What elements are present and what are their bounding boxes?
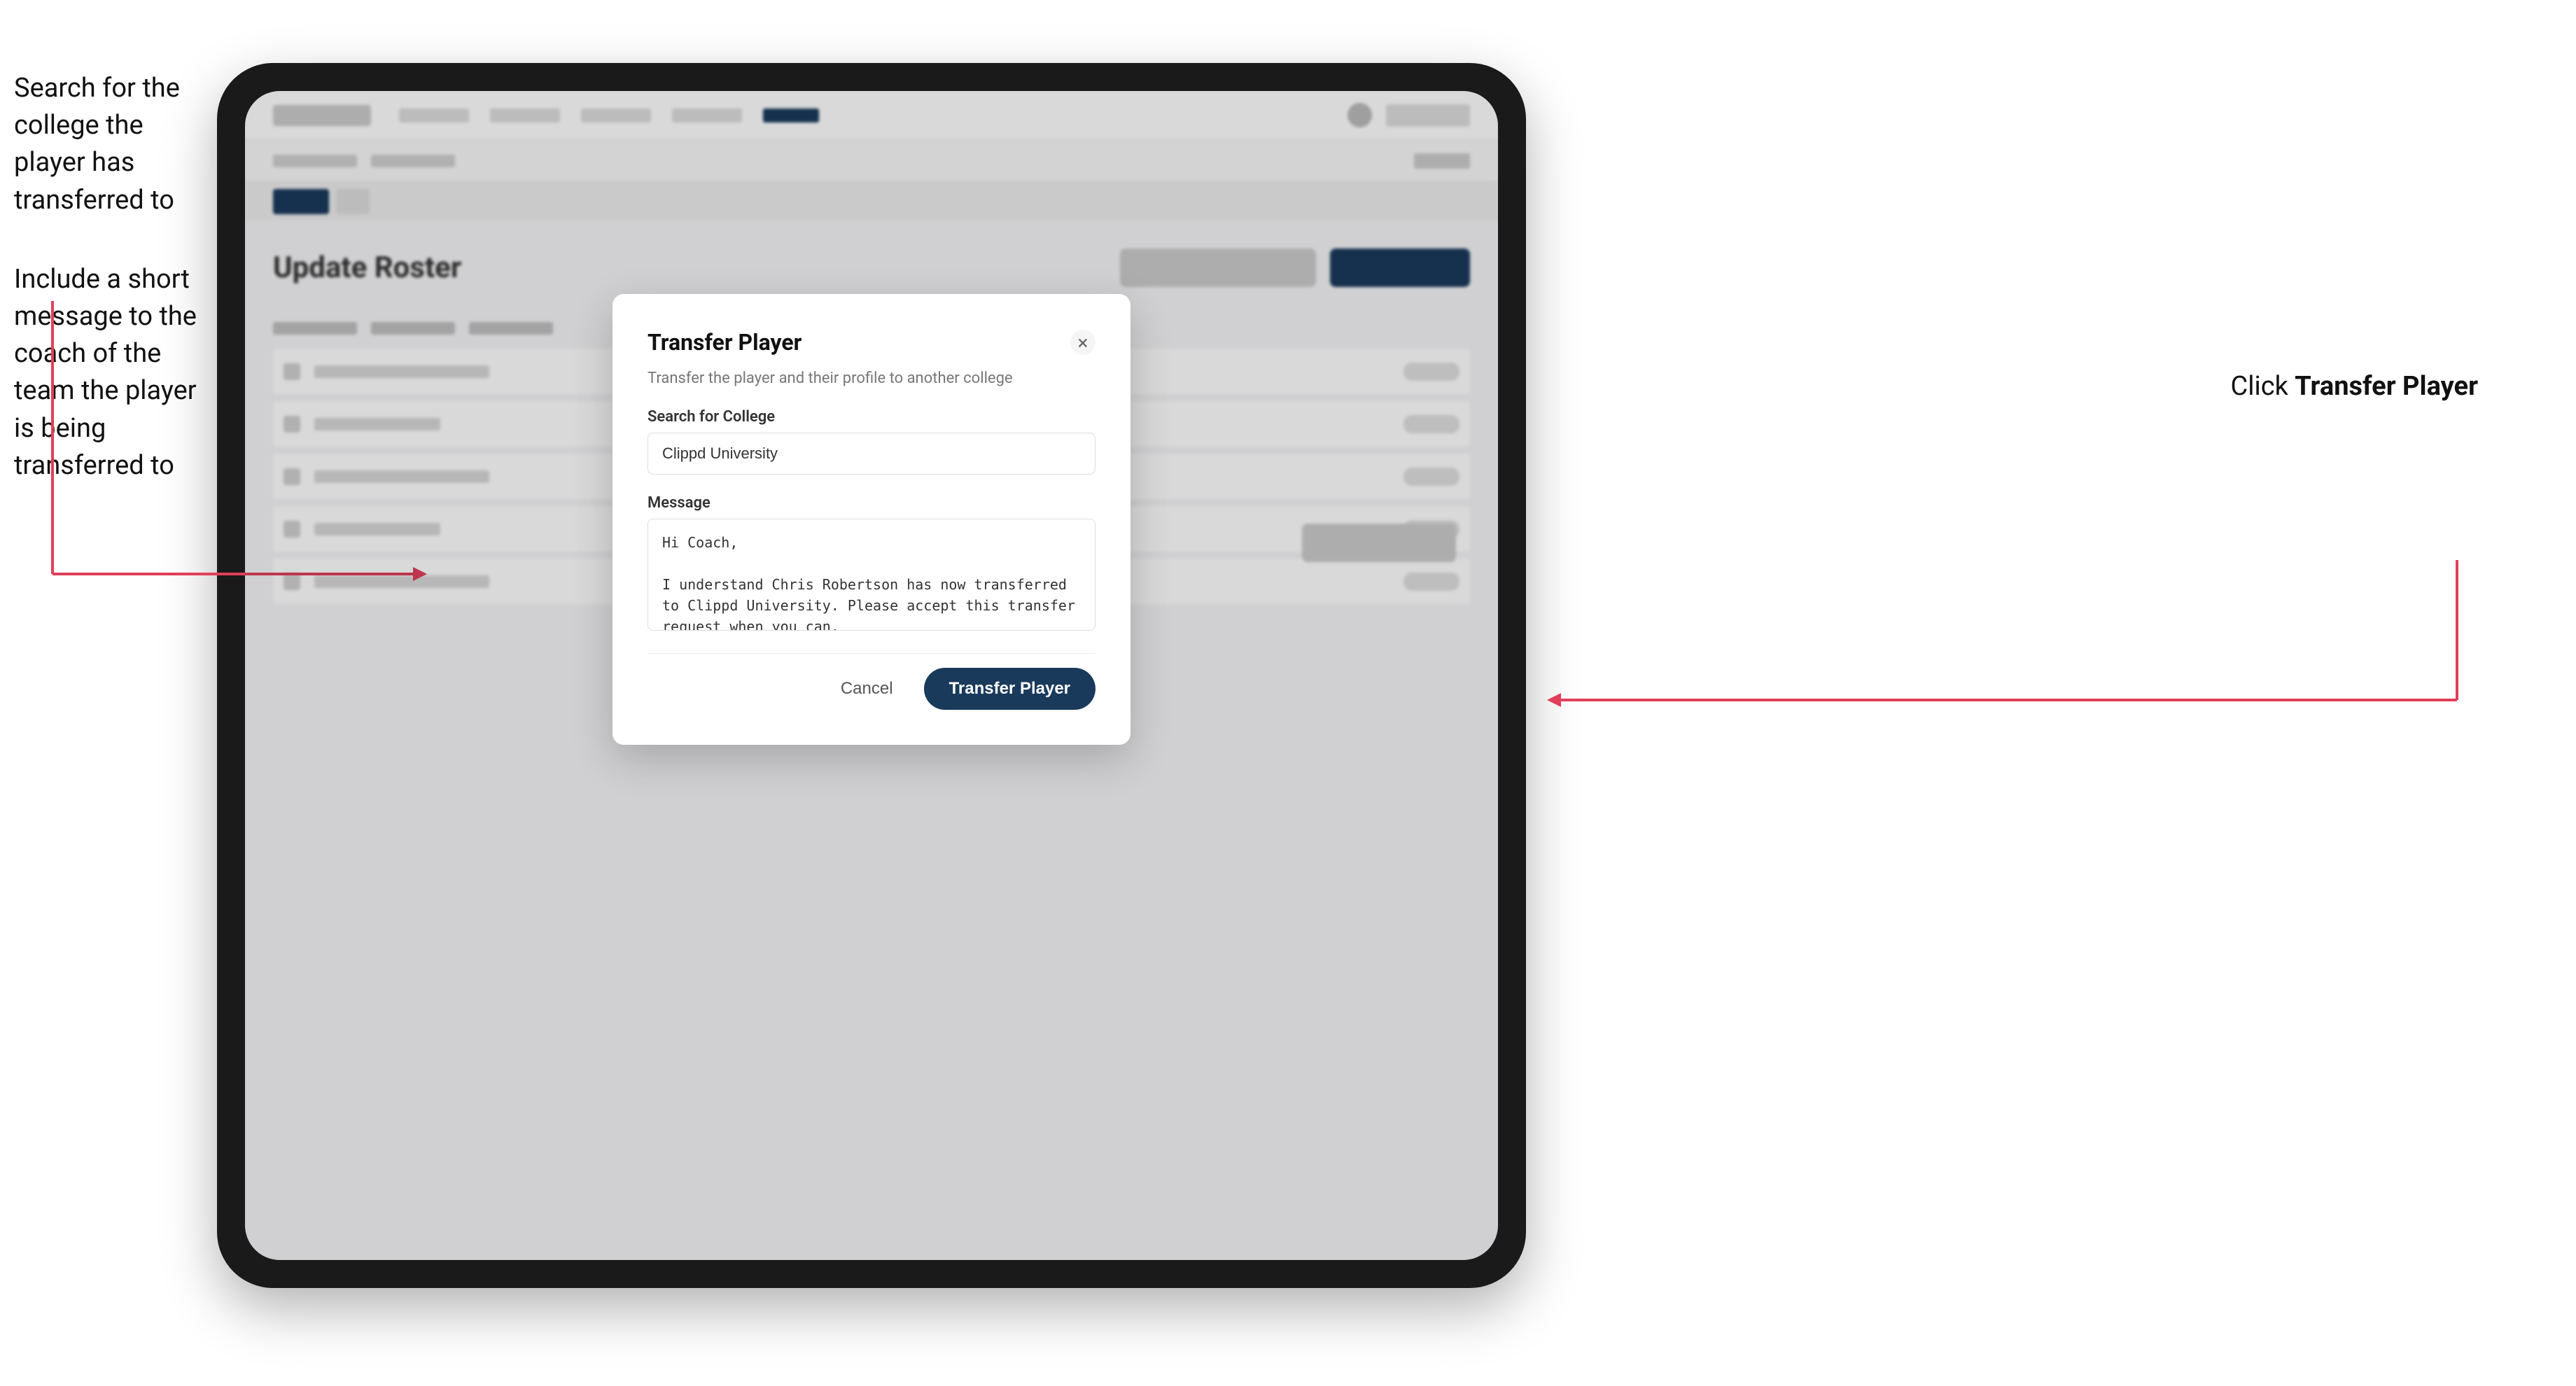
modal-overlay: Transfer Player × Transfer the player an… — [245, 91, 1498, 1260]
search-college-input[interactable] — [648, 433, 1096, 475]
annotation-search-text: Search for the college the player has tr… — [14, 70, 210, 219]
modal-subtitle: Transfer the player and their profile to… — [648, 370, 1096, 387]
annotation-message-text: Include a short message to the coach of … — [14, 261, 210, 484]
modal-close-button[interactable]: × — [1070, 330, 1096, 355]
search-college-group: Search for College — [648, 408, 1096, 475]
tablet-device: Update Roster — [217, 63, 1526, 1288]
tablet-screen: Update Roster — [245, 91, 1498, 1260]
transfer-player-modal: Transfer Player × Transfer the player an… — [612, 294, 1130, 745]
modal-title: Transfer Player — [648, 329, 802, 356]
message-group: Message — [648, 494, 1096, 634]
annotation-click-prefix: Click — [2230, 371, 2295, 402]
modal-header: Transfer Player × — [648, 329, 1096, 356]
cancel-button[interactable]: Cancel — [824, 671, 910, 707]
search-college-label: Search for College — [648, 408, 1096, 426]
message-textarea[interactable] — [648, 519, 1096, 631]
modal-footer: Cancel Transfer Player — [648, 653, 1096, 710]
annotation-transfer-player-text: Transfer Player — [2295, 371, 2478, 402]
left-annotations: Search for the college the player has tr… — [14, 70, 210, 526]
message-label: Message — [648, 494, 1096, 512]
close-icon: × — [1078, 331, 1088, 354]
right-annotation: Click Transfer Player — [2230, 371, 2478, 402]
transfer-player-button[interactable]: Transfer Player — [924, 668, 1096, 710]
